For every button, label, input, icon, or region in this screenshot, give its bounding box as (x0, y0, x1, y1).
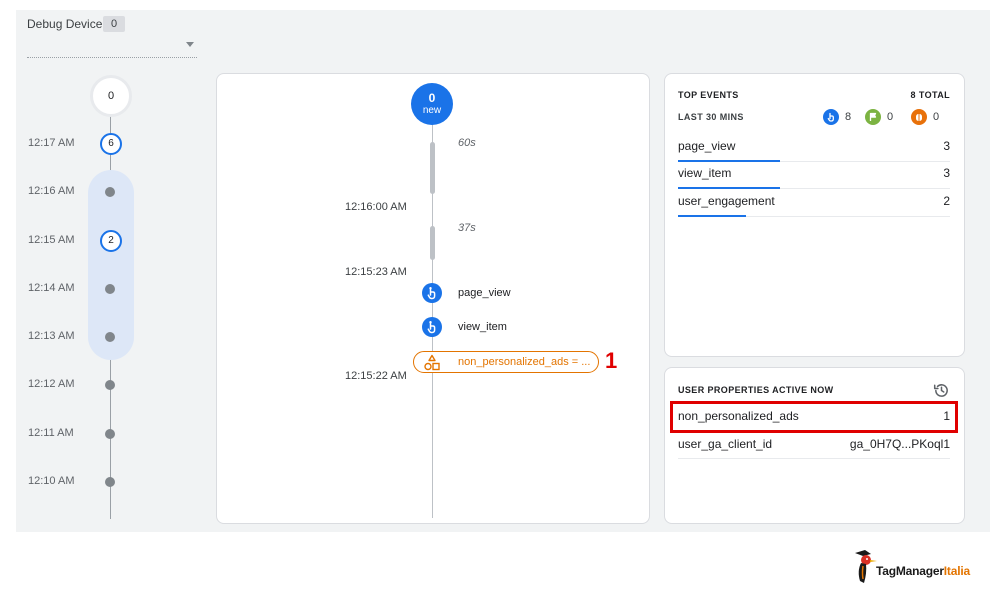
minute-row[interactable]: 12:12 AM (28, 374, 128, 396)
time-gap-bar (430, 226, 435, 260)
top-event-name: page_view (678, 139, 736, 153)
minute-event-count[interactable]: 6 (100, 133, 122, 155)
minute-time: 12:11 AM (28, 427, 74, 439)
top-event-count: 3 (943, 139, 950, 153)
user-property-value: ga_0H7Q...PKoql1 (849, 437, 950, 451)
top-event-row[interactable]: page_view 3 (678, 135, 950, 162)
minute-event-count[interactable]: 2 (100, 230, 122, 252)
top-event-share-bar (678, 187, 780, 189)
stream-timestamp: 12:15:23 AM (345, 266, 407, 278)
conversion-flag-icon (865, 109, 881, 125)
user-properties-title: USER PROPERTIES ACTIVE NOW (678, 385, 834, 395)
event-icon (823, 109, 839, 125)
minute-dot[interactable] (105, 477, 115, 487)
top-event-row[interactable]: user_engagement 2 (678, 190, 950, 217)
debug-device-label: Debug Device (27, 17, 103, 31)
time-gap-bar (430, 142, 435, 194)
minute-time: 12:10 AM (28, 475, 75, 487)
time-gap-label: 37s (458, 222, 476, 234)
stream-event-label[interactable]: view_item (458, 321, 507, 333)
user-property-row[interactable]: user_ga_client_id ga_0H7Q...PKoql1 (678, 432, 950, 459)
minute-row[interactable]: 12:14 AM (28, 278, 128, 300)
top-events-subtitle: LAST 30 MINS (678, 112, 744, 122)
minute-time: 12:15 AM (28, 234, 75, 246)
minute-time: 12:12 AM (28, 378, 75, 390)
annotation-number: 1 (605, 348, 618, 373)
woodpecker-logo-icon (851, 549, 877, 590)
user-property-name: user_ga_client_id (678, 437, 773, 451)
user-property-event-pill[interactable]: non_personalized_ads = ... (413, 351, 599, 373)
new-events-button[interactable]: 0 new (411, 83, 453, 125)
event-count-value: 8 (845, 111, 852, 123)
top-events-title: TOP EVENTS (678, 90, 739, 100)
error-count-stat: 0 (911, 109, 945, 125)
minute-dot[interactable] (105, 187, 115, 197)
top-event-share-bar (678, 215, 746, 217)
annotation-highlight-box (670, 401, 958, 433)
minute-dot[interactable] (105, 332, 115, 342)
minute-row[interactable]: 12:15 AM 2 (28, 230, 128, 252)
minute-time: 12:13 AM (28, 330, 75, 342)
minute-dot[interactable] (105, 429, 115, 439)
minute-dot[interactable] (105, 284, 115, 294)
brand-name: TagManagerItalia (876, 564, 970, 578)
minute-row[interactable]: 12:10 AM (28, 471, 128, 493)
debug-device-count: 0 (103, 16, 125, 32)
touch-event-icon[interactable] (422, 317, 442, 337)
error-count-value: 0 (933, 111, 940, 123)
minute-time: 12:16 AM (28, 185, 75, 197)
stream-timestamp: 12:15:22 AM (345, 370, 407, 382)
minute-row[interactable]: 12:16 AM (28, 181, 128, 203)
user-property-event-label: non_personalized_ads = ... (458, 356, 591, 368)
new-events-count: 0 (428, 91, 436, 105)
stream-event-label[interactable]: page_view (458, 287, 511, 299)
time-gap-label: 60s (458, 137, 476, 149)
minute-row[interactable]: 12:11 AM (28, 423, 128, 445)
minute-time: 12:14 AM (28, 282, 75, 294)
top-event-name: user_engagement (678, 194, 775, 208)
top-event-name: view_item (678, 166, 732, 180)
top-event-count: 3 (943, 166, 950, 180)
brand-logo: TagManagerItalia (851, 549, 986, 585)
debug-device-select[interactable]: Debug Device 0 (27, 16, 197, 58)
shapes-icon (423, 354, 441, 377)
top-event-count: 2 (943, 194, 950, 208)
dropdown-caret-icon[interactable] (186, 42, 194, 47)
minute-row[interactable]: 12:17 AM 6 (28, 133, 128, 155)
event-count-stat: 8 (823, 109, 857, 125)
top-event-row[interactable]: view_item 3 (678, 162, 950, 189)
minute-dot[interactable] (105, 380, 115, 390)
touch-event-icon[interactable] (422, 283, 442, 303)
error-icon (911, 109, 927, 125)
stream-timestamp: 12:16:00 AM (345, 201, 407, 213)
top-events-total: 8 TOTAL (910, 90, 950, 100)
new-events-label: new (422, 105, 442, 116)
minute-timeline-top-count[interactable]: 0 (90, 75, 132, 117)
minute-time: 12:17 AM (28, 137, 75, 149)
minute-row[interactable]: 12:13 AM (28, 326, 128, 348)
conversion-count-stat: 0 (865, 109, 899, 125)
conversion-count-value: 0 (887, 111, 894, 123)
